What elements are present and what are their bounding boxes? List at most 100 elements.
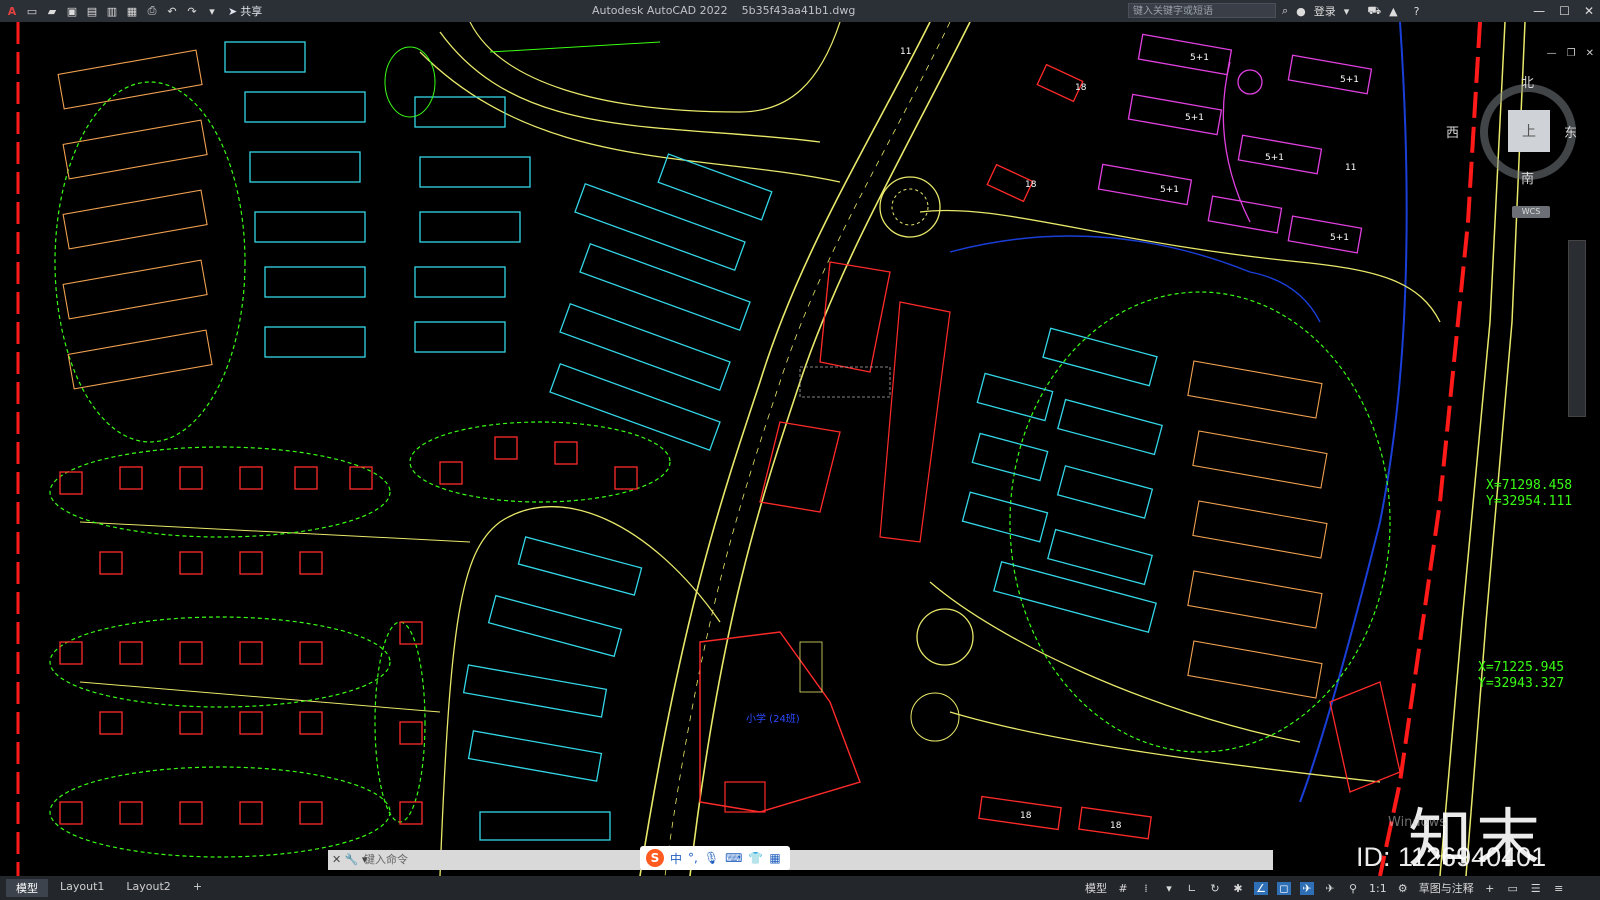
main-road-east-edge [689, 22, 971, 876]
snap-icon[interactable]: ⁞ [1139, 882, 1153, 895]
sogou-logo-icon[interactable]: S [646, 849, 664, 867]
roundabout-north [879, 176, 941, 238]
apps-icon[interactable]: ▦ [769, 851, 780, 865]
window-title: Autodesk AutoCAD 2022 5b35f43aa41b1.dwg [592, 4, 855, 17]
res-block [419, 156, 531, 188]
customize-dropdown-icon[interactable]: ▾ [204, 3, 220, 19]
microphone-icon[interactable]: 🎙 [704, 851, 719, 865]
polar-icon[interactable]: ↻ [1208, 882, 1222, 895]
ime-language[interactable]: 中 [670, 850, 682, 867]
workspace-switch[interactable]: 草图与注释 [1419, 880, 1474, 896]
ortho-icon[interactable]: ∟ [1185, 882, 1199, 895]
coordinate-label-1: X=71298.458 Y=32954.111 [1486, 478, 1572, 510]
share-button[interactable]: ➤ 共享 [228, 3, 262, 19]
viewport-minimize-icon[interactable]: — [1547, 48, 1557, 59]
floor-label: 5+1 [1185, 113, 1204, 123]
save-icon[interactable]: ▣ [64, 3, 80, 19]
villa [119, 801, 143, 825]
close-icon[interactable]: ✕ [1584, 4, 1594, 18]
coord-y: Y=32943.327 [1478, 676, 1565, 691]
title-bar-tools: ⌕ ● 登录 ▾ ⛟ ▲ ? [1282, 0, 1419, 22]
scale-value[interactable]: 1:1 [1369, 882, 1387, 895]
roundabout-north-inner [891, 188, 929, 226]
app-menu-icon[interactable]: A [4, 3, 20, 19]
tab-layout2[interactable]: Layout2 [116, 879, 180, 897]
redo-icon[interactable]: ↷ [184, 3, 200, 19]
autodesk-a360-icon[interactable]: ▲ [1389, 5, 1397, 18]
floor-label: 5+1 [1265, 153, 1284, 163]
townhouse [62, 259, 208, 320]
tab-model[interactable]: 模型 [6, 879, 48, 897]
help-icon[interactable]: ? [1414, 5, 1420, 18]
viewcube-top-face[interactable]: 上 [1508, 110, 1550, 152]
customization-icon[interactable]: ≡ [1552, 882, 1566, 895]
green-belt-cluster-3 [49, 766, 391, 858]
grid-icon[interactable]: # [1116, 882, 1130, 895]
skin-icon[interactable]: 👕 [748, 851, 763, 865]
villa [239, 641, 263, 665]
user-icon[interactable]: ● [1296, 5, 1306, 18]
compass-south[interactable]: 南 [1521, 168, 1534, 187]
isodraft-icon[interactable]: ✱ [1231, 882, 1245, 895]
autoscale-icon[interactable]: ✈ [1323, 882, 1337, 895]
townhouse [1192, 500, 1328, 559]
villa [99, 551, 123, 575]
login-dropdown-icon[interactable]: ▾ [1344, 5, 1350, 18]
workspace-gear-icon[interactable]: ⚙ [1396, 882, 1410, 895]
login-button[interactable]: 登录 [1314, 3, 1336, 19]
annotation-visibility-icon[interactable]: ✈ [1300, 881, 1314, 895]
coordinate-label-2: X=71225.945 Y=32943.327 [1478, 660, 1564, 692]
undo-icon[interactable]: ↶ [164, 3, 180, 19]
save-web-icon[interactable]: ▦ [124, 3, 140, 19]
model-space-button[interactable]: 模型 [1085, 880, 1107, 896]
highrise [1137, 33, 1233, 76]
command-line[interactable]: ✕ 🔧 ▾ 键入命令 [328, 850, 1273, 870]
ime-punctuation[interactable]: °, [688, 851, 698, 865]
status-tools: 模型 # ⁞ ▾ ∟ ↻ ✱ ∠ ◻ ✈ ✈ ⚲ 1:1 ⚙ 草图与注释 + ▭… [1085, 876, 1566, 900]
search-input[interactable]: 键入关键字或短语 [1128, 3, 1276, 18]
wcs-menu[interactable]: WCS [1512, 206, 1550, 218]
navigation-bar[interactable] [1568, 240, 1586, 417]
floor-label: 18 [1075, 83, 1087, 93]
minimize-icon[interactable]: — [1533, 4, 1545, 18]
units-icon[interactable]: ▭ [1506, 882, 1520, 895]
open-web-icon[interactable]: ▥ [104, 3, 120, 19]
floor-label: 5+1 [1190, 53, 1209, 63]
keyboard-icon[interactable]: ⌨ [725, 851, 742, 865]
add-layout-icon[interactable]: + [183, 879, 212, 897]
quick-properties-icon[interactable]: ☰ [1529, 882, 1543, 895]
cart-icon[interactable]: ⛟ [1367, 4, 1381, 19]
annotation-monitor-icon[interactable]: + [1483, 882, 1497, 895]
command-close-icon[interactable]: ✕ 🔧 ▾ [332, 850, 367, 870]
dropdown-icon[interactable]: ▾ [1162, 882, 1176, 895]
viewport-controls: — ❐ ✕ [1547, 48, 1594, 59]
civic-building-1 [819, 261, 891, 373]
road-southeast-2 [949, 711, 1381, 783]
path-west-2 [79, 681, 441, 713]
compass-east[interactable]: 东 [1564, 122, 1577, 141]
townhouse [1187, 360, 1323, 419]
east-building [1329, 681, 1401, 793]
floor-label: 5+1 [1340, 75, 1359, 85]
command-input[interactable]: 键入命令 [364, 853, 408, 866]
object-snap-icon[interactable]: ◻ [1277, 881, 1291, 895]
save-as-icon[interactable]: ▤ [84, 3, 100, 19]
ime-toolbar[interactable]: S 中 °, 🎙 ⌨ 👕 ▦ [640, 846, 790, 870]
compass-north[interactable]: 北 [1521, 72, 1534, 91]
object-snap-tracking-icon[interactable]: ∠ [1254, 881, 1268, 895]
highrise [1287, 54, 1373, 95]
villa [119, 641, 143, 665]
new-file-icon[interactable]: ▭ [24, 3, 40, 19]
drawing-canvas[interactable]: 小学 (24班) 5+1 5+1 5+1 5+1 5+1 5+1 11 11 1… [0, 22, 1600, 877]
viewport-close-icon[interactable]: ✕ [1586, 48, 1594, 59]
compass-west[interactable]: 西 [1446, 122, 1459, 141]
maximize-icon[interactable]: ☐ [1559, 4, 1570, 18]
annotation-scale-icon[interactable]: ⚲ [1346, 882, 1360, 895]
plot-icon[interactable]: ⎙ [144, 3, 160, 19]
villa [239, 801, 263, 825]
tab-layout1[interactable]: Layout1 [50, 879, 114, 897]
search-icon[interactable]: ⌕ [1282, 4, 1288, 18]
viewcube[interactable]: 上 北 南 西 东 WCS [1446, 72, 1588, 222]
open-file-icon[interactable]: ▰ [44, 3, 60, 19]
viewport-restore-icon[interactable]: ❐ [1567, 48, 1576, 59]
